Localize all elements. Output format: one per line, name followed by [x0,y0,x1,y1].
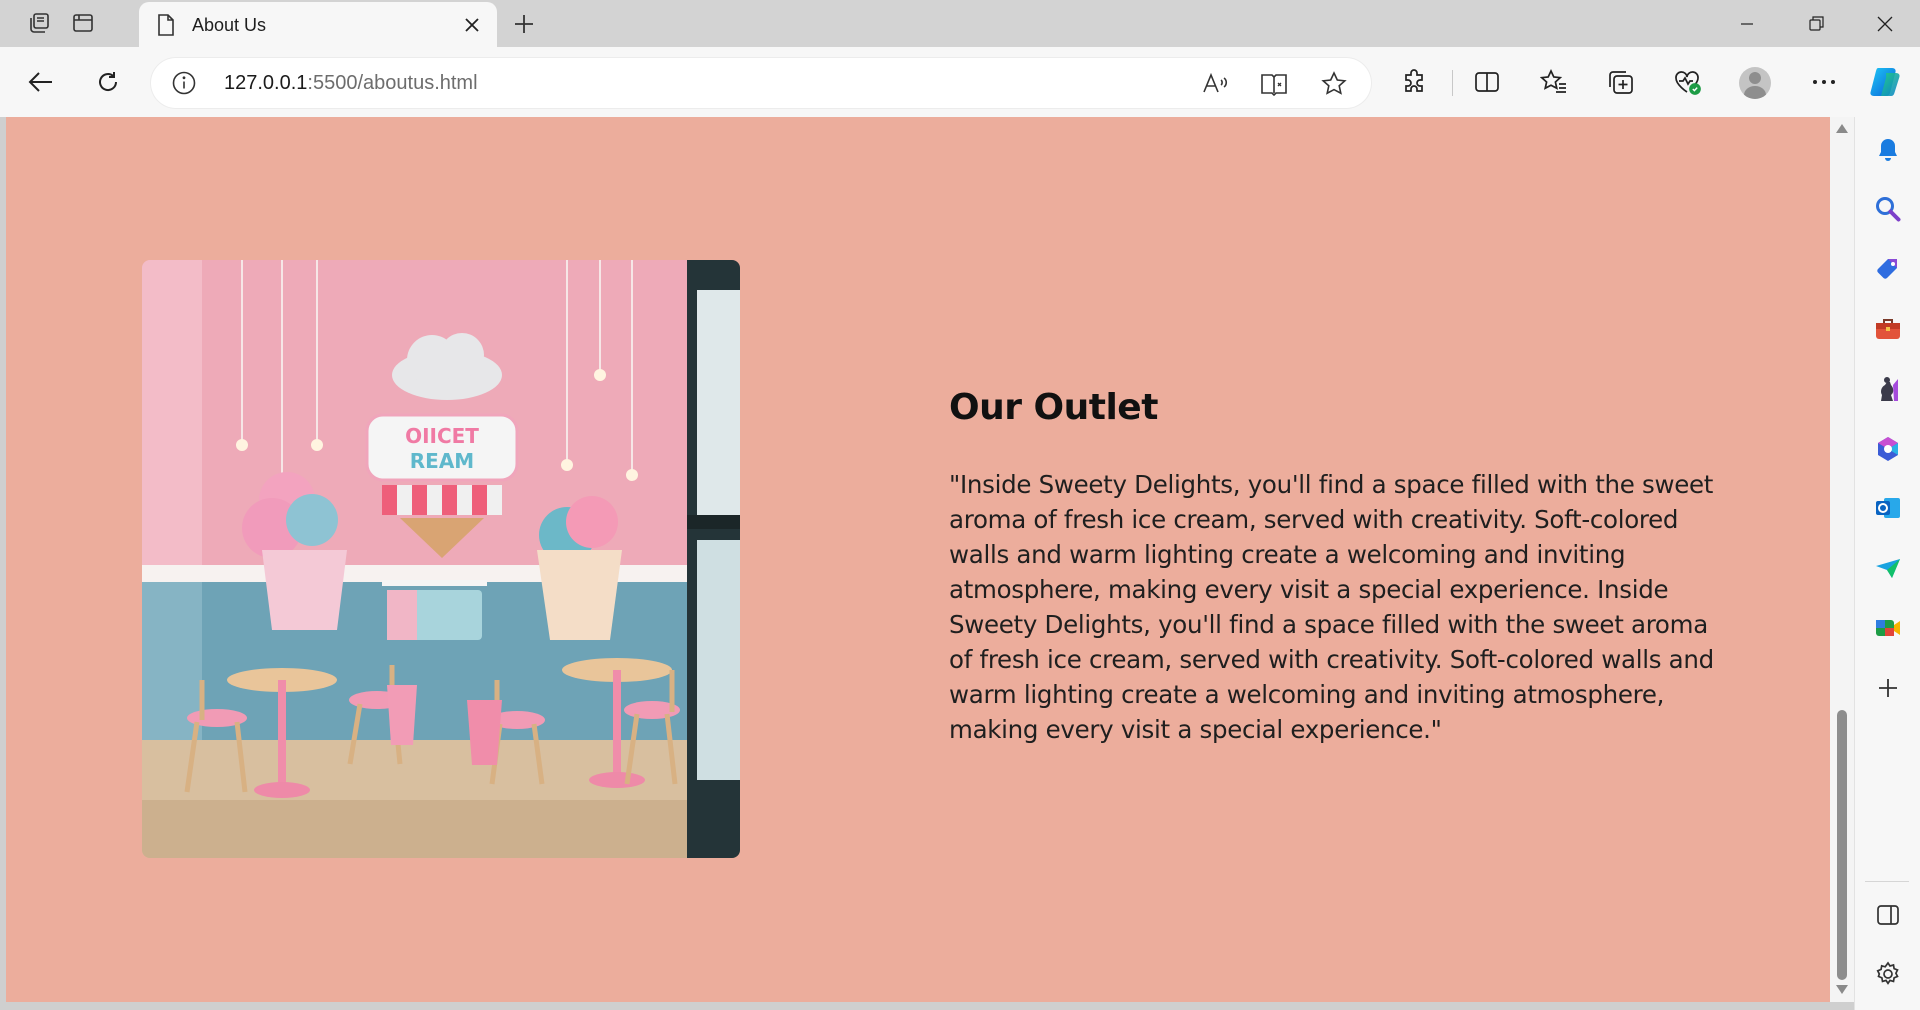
tab-title: About Us [192,15,267,35]
close-window-button[interactable] [1851,0,1919,47]
browser-toolbar: 127.0.0.1:5500/aboutus.html [0,47,1920,117]
address-bar[interactable]: 127.0.0.1:5500/aboutus.html [151,58,1371,108]
new-tab-button[interactable] [508,8,540,40]
notifications-bell-icon[interactable] [1869,131,1907,169]
refresh-button[interactable] [87,61,129,103]
outlet-heading: Our Outlet [949,387,1158,428]
sign-text-line1: OIICET [405,424,479,448]
outlook-icon[interactable] [1869,489,1907,527]
edge-sidebar [1854,117,1920,1010]
tab-about-us[interactable]: About Us [139,2,497,47]
browser-essentials-icon[interactable] [1666,61,1708,103]
favorites-icon[interactable] [1533,61,1575,103]
read-aloud-icon[interactable] [1197,66,1233,102]
page-scrollbar[interactable] [1830,117,1854,1002]
url-text[interactable]: 127.0.0.1:5500/aboutus.html [224,72,478,95]
copilot-icon[interactable] [1864,61,1906,103]
hide-sidebar-icon[interactable] [1869,896,1907,934]
url-host: 127.0.0.1 [224,72,308,94]
outlet-interior-image: OIICET REAM [142,260,740,858]
window-bottom-edge [0,1002,1854,1010]
add-sidebar-app-icon[interactable] [1869,669,1907,707]
toolbar-divider [1452,70,1453,96]
immersive-reader-icon[interactable] [1256,66,1292,102]
minimize-button[interactable] [1713,0,1781,47]
page-viewport: OIICET REAM Our Outlet "Inside Sweety De… [6,117,1830,1002]
url-path: :5500/aboutus.html [307,72,478,94]
profile-avatar[interactable] [1739,67,1771,99]
meet-video-icon[interactable] [1869,609,1907,647]
workspaces-icon[interactable] [22,8,56,38]
scroll-up-arrow-icon[interactable] [1836,124,1848,133]
sign-text-line2: REAM [410,449,474,473]
microsoft-365-icon[interactable] [1869,430,1907,468]
settings-gear-icon[interactable] [1869,955,1907,993]
split-screen-icon[interactable] [1466,61,1508,103]
send-plane-icon[interactable] [1869,549,1907,587]
restore-button[interactable] [1782,0,1850,47]
scrollbar-thumb[interactable] [1837,710,1847,980]
sidebar-divider [1865,881,1909,882]
games-chess-icon[interactable] [1869,370,1907,408]
tools-briefcase-icon[interactable] [1869,310,1907,348]
outlet-description: "Inside Sweety Delights, you'll find a s… [949,470,1714,744]
tab-actions-icon[interactable] [66,8,100,38]
ice-cream-shop-illustration: OIICET REAM [142,260,740,858]
collections-icon[interactable] [1600,61,1642,103]
extensions-icon[interactable] [1393,61,1435,103]
close-tab-icon[interactable] [457,10,487,40]
back-button[interactable] [20,61,62,103]
more-options-icon[interactable] [1803,61,1845,103]
scroll-down-arrow-icon[interactable] [1836,985,1848,994]
site-info-icon[interactable] [171,70,197,101]
search-icon[interactable] [1869,190,1907,228]
document-icon [156,13,176,42]
browser-titlebar: About Us [0,0,1920,47]
favorite-star-icon[interactable] [1316,66,1352,102]
shopping-tag-icon[interactable] [1869,250,1907,288]
